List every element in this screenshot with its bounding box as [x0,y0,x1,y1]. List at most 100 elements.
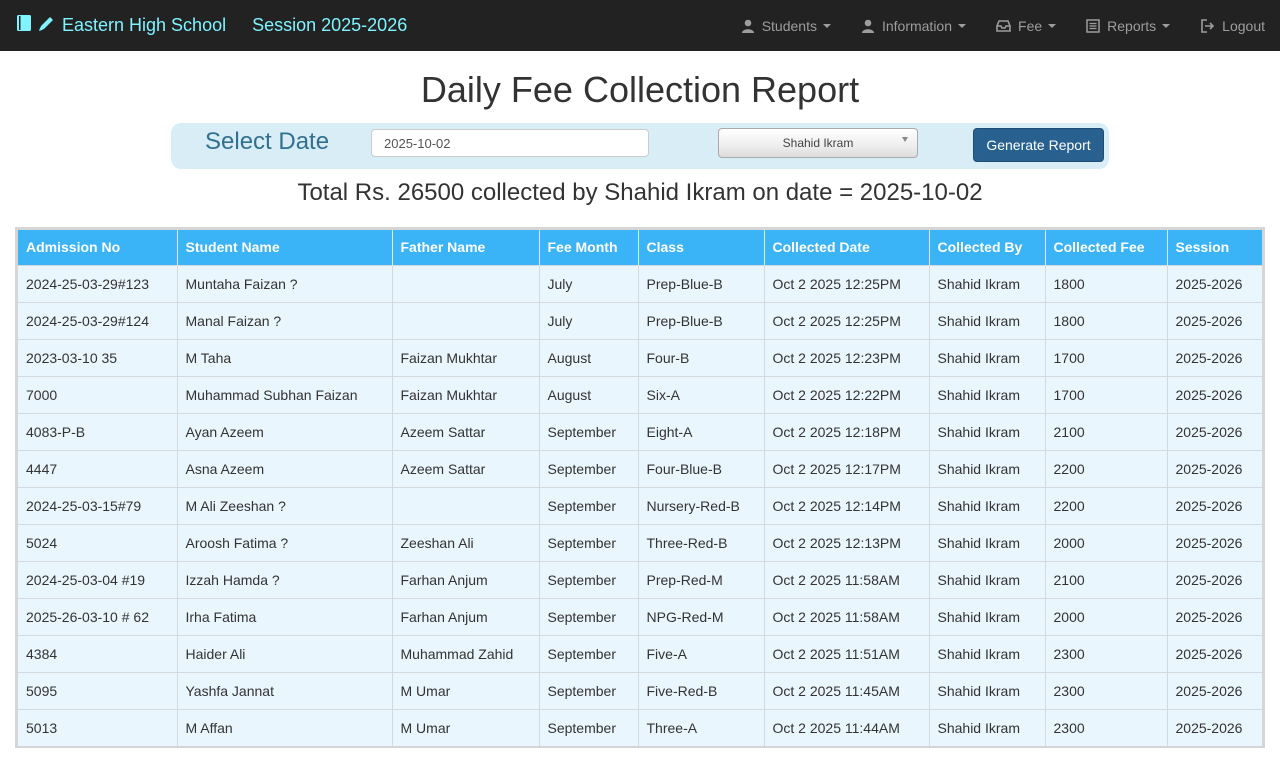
table-cell: 4083-P-B [18,412,178,450]
table-cell: Aroosh Fatima ? [177,523,393,561]
table-cell: 2025-2026 [1167,708,1262,746]
brand[interactable]: Eastern High School Session 2025-2026 [16,14,407,38]
collector-selected-value: Shahid Ikram [782,136,854,150]
table-cell: Oct 2 2025 12:13PM [764,523,930,561]
fee-collection-table: Admission No Student Name Father Name Fee M… [18,230,1262,746]
table-row: 4447 Asna Azeem Azeem Sattar September Four-… [18,449,1262,487]
table-cell: Oct 2 2025 11:51AM [764,634,930,672]
table-cell: Oct 2 2025 12:17PM [764,449,930,487]
table-cell: Shahid Ikram [929,560,1046,598]
table-cell: 2300 [1045,634,1168,672]
table-cell: Manal Faizan ? [177,301,393,339]
table-cell: Irha Fatima [177,597,393,635]
table-cell: 2025-2026 [1167,597,1262,635]
table-cell: 2025-2026 [1167,671,1262,709]
table-cell: 5024 [18,523,178,561]
table-cell: September [539,523,639,561]
table-cell: 2025-26-03-10 # 62 [18,597,178,635]
table-row: 2024-25-03-15#79 M Ali Zeeshan ? September… [18,486,1262,524]
book-icon [16,14,33,37]
table-cell: September [539,486,639,524]
table-cell: 1700 [1045,375,1168,413]
table-cell: 4447 [18,449,178,487]
table-cell: 2025-2026 [1167,449,1262,487]
column-header: Session [1167,230,1262,265]
nav-information-label: Information [881,17,953,34]
column-header: Fee Month [539,230,639,265]
nav-reports[interactable]: Reports [1071,0,1185,51]
nav-students-label: Students [761,17,817,34]
table-cell: 2025-2026 [1167,338,1262,376]
list-alt-icon [1086,18,1100,33]
table-cell: 2100 [1045,412,1168,450]
table-cell: M Umar [392,708,540,746]
caret-down-icon [1048,23,1057,28]
table-row: 5013 M Affan M Umar September Three-A Oct 2 2… [18,708,1262,746]
table-cell [392,264,540,302]
table-header-row: Admission No Student Name Father Name Fee M… [18,230,1262,265]
column-header: Student Name [177,230,393,265]
date-input[interactable] [371,129,649,157]
generate-report-button[interactable]: Generate Report [973,128,1104,162]
caret-down-icon [1162,23,1171,28]
user-icon [861,19,875,33]
caret-down-icon [958,23,967,28]
table-cell: 2024-25-03-29#123 [18,264,178,302]
table-cell: 1800 [1045,301,1168,339]
table-cell [392,486,540,524]
school-name: Eastern High School [62,15,227,35]
table-cell: Oct 2 2025 11:45AM [764,671,930,709]
table-cell: 2300 [1045,671,1168,709]
table-cell: NPG-Red-M [638,597,765,635]
table-cell: Farhan Anjum [392,597,540,635]
session-label: Session 2025-2026 [252,15,408,35]
nav-logout-label: Logout [1222,17,1265,34]
table-row: 7000 Muhammad Subhan Faizan Faizan Mukhtar… [18,375,1262,413]
table-cell: July [539,264,639,302]
table-cell: M Umar [392,671,540,709]
table-cell: Shahid Ikram [929,708,1046,746]
table-body: 2024-25-03-29#123 Muntaha Faizan ? July Pre… [18,264,1262,746]
table-cell: Eight-A [638,412,765,450]
nav-logout[interactable]: Logout [1185,0,1265,51]
table-cell: Oct 2 2025 12:22PM [764,375,930,413]
table-cell: 2025-2026 [1167,264,1262,302]
table-cell: Six-A [638,375,765,413]
column-header: Father Name [392,230,540,265]
nav-students[interactable]: Students [726,0,846,51]
table-cell: 2025-2026 [1167,301,1262,339]
table-cell: Five-A [638,634,765,672]
table-cell: 2025-2026 [1167,560,1262,598]
table-cell: September [539,597,639,635]
table-cell: Shahid Ikram [929,264,1046,302]
table-cell: Nursery-Red-B [638,486,765,524]
page-title: Daily Fee Collection Report [420,69,860,110]
table-cell: Shahid Ikram [929,523,1046,561]
table-cell: September [539,634,639,672]
nav-fee-label: Fee [1018,17,1043,34]
table-cell: Prep-Red-M [638,560,765,598]
table-cell: Oct 2 2025 12:18PM [764,412,930,450]
table-cell: Shahid Ikram [929,597,1046,635]
table-cell: Three-Red-B [638,523,765,561]
collector-select[interactable]: Shahid Ikram [718,128,918,158]
table-cell: Five-Red-B [638,671,765,709]
table-cell: Three-A [638,708,765,746]
table-cell: Shahid Ikram [929,338,1046,376]
table-row: 2023-03-10 35 M Taha Faizan Mukhtar August F… [18,338,1262,376]
table-cell: Oct 2 2025 12:14PM [764,486,930,524]
top-navbar: Eastern High School Session 2025-2026 St… [0,0,1280,51]
table-cell: Shahid Ikram [929,671,1046,709]
table-cell: Prep-Blue-B [638,264,765,302]
pencil-icon [37,14,56,38]
column-header: Admission No [18,230,178,265]
table-cell: 2200 [1045,486,1168,524]
nav-fee[interactable]: Fee [981,0,1071,51]
table-cell: 2025-2026 [1167,634,1262,672]
table-cell: Muhammad Subhan Faizan [177,375,393,413]
table-cell: 2100 [1045,560,1168,598]
table-cell: Oct 2 2025 11:44AM [764,708,930,746]
nav-information[interactable]: Information [846,0,981,51]
table-cell: M Taha [177,338,393,376]
table-cell: 2023-03-10 35 [18,338,178,376]
